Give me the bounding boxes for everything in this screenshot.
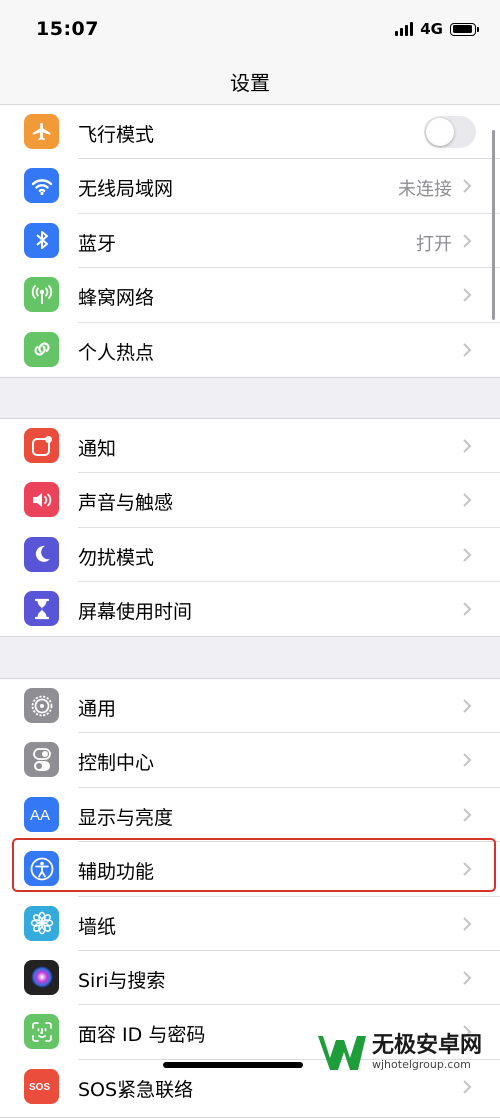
row-label: 蜂窝网络 <box>78 287 155 310</box>
cellular-signal-icon <box>395 22 414 36</box>
bluetooth-icon <box>24 222 59 258</box>
row-wallpaper[interactable]: 墙纸 <box>0 897 500 951</box>
row-cellular[interactable]: 蜂窝网络 <box>0 268 500 323</box>
watermark-logo-icon <box>318 1036 366 1070</box>
row-label: Siri与搜索 <box>78 969 166 992</box>
chevron-right-icon <box>463 753 472 768</box>
row-label: 控制中心 <box>78 752 155 775</box>
row-siri-search[interactable]: Siri与搜索 <box>0 951 500 1006</box>
control-center-icon <box>24 742 59 778</box>
network-type: 4G <box>420 20 443 38</box>
row-label: 通知 <box>78 438 117 460</box>
chevron-right-icon <box>463 971 472 985</box>
chevron-right-icon <box>463 808 472 822</box>
cellular-antenna-icon <box>24 277 59 313</box>
row-notifications[interactable]: 通知 <box>0 419 500 474</box>
row-label: 勿扰模式 <box>78 546 155 569</box>
row-label: 声音与触感 <box>78 492 174 515</box>
chevron-right-icon <box>463 916 472 931</box>
toggle-knob <box>426 118 454 146</box>
row-do-not-disturb[interactable]: 勿扰模式 <box>0 528 500 583</box>
row-bluetooth[interactable]: 蓝牙 打开 <box>0 214 500 269</box>
row-display-brightness[interactable]: AA 显示与亮度 <box>0 788 500 843</box>
notification-badge-icon <box>24 428 59 463</box>
settings-group-connectivity: 飞行模式 无线局域网 未连接 蓝牙 打开 蜂窝网络 个人热点 <box>0 104 500 378</box>
chevron-right-icon <box>463 548 472 562</box>
airplane-icon <box>24 114 59 149</box>
row-control-center[interactable]: 控制中心 <box>0 733 500 788</box>
chevron-right-icon <box>463 342 472 357</box>
watermark-name: 无极安卓网 <box>372 1033 483 1058</box>
watermark: 无极安卓网 wjhotelgroup.com <box>314 1030 482 1076</box>
home-indicator[interactable] <box>163 1062 303 1068</box>
siri-icon <box>24 959 59 995</box>
chevron-right-icon <box>463 493 472 508</box>
bluetooth-status: 打开 <box>416 233 452 255</box>
row-label: 墙纸 <box>78 915 117 938</box>
chevron-right-icon <box>463 234 472 248</box>
row-personal-hotspot[interactable]: 个人热点 <box>0 323 500 377</box>
row-sounds-haptics[interactable]: 声音与触感 <box>0 473 500 528</box>
hourglass-icon <box>24 591 59 627</box>
svg-text:AA: AA <box>30 807 50 824</box>
row-label: 飞行模式 <box>78 124 155 146</box>
chevron-right-icon <box>463 699 472 713</box>
sos-icon: SOS <box>24 1068 59 1104</box>
settings-group-notifications: 通知 声音与触感 勿扰模式 屏幕使用时间 <box>0 418 500 637</box>
row-general[interactable]: 通用 <box>0 679 500 734</box>
svg-text:SOS: SOS <box>29 1082 50 1093</box>
wifi-icon <box>24 168 59 204</box>
page-title: 设置 <box>230 71 270 95</box>
chevron-right-icon <box>463 439 472 453</box>
wlan-status: 未连接 <box>398 179 452 201</box>
watermark-url: wjhotelgroup.com <box>372 1058 471 1071</box>
status-time: 15:07 <box>36 18 99 40</box>
row-screen-time[interactable]: 屏幕使用时间 <box>0 582 500 636</box>
battery-icon <box>450 22 479 36</box>
face-id-icon <box>24 1014 59 1050</box>
row-wlan[interactable]: 无线局域网 未连接 <box>0 159 500 214</box>
row-label: 显示与亮度 <box>78 806 174 829</box>
gear-icon <box>24 688 59 723</box>
row-label: 个人热点 <box>78 341 155 364</box>
row-label: 无线局域网 <box>78 178 174 201</box>
navigation-bar: 设置 <box>0 58 500 106</box>
row-label: 蓝牙 <box>78 232 117 255</box>
text-size-icon: AA <box>24 796 59 832</box>
chevron-right-icon <box>463 179 472 194</box>
row-airplane-mode[interactable]: 飞行模式 <box>0 105 500 160</box>
accessibility-highlight-box <box>12 838 496 892</box>
speaker-icon <box>24 482 59 518</box>
chevron-right-icon <box>463 288 472 302</box>
moon-icon <box>24 536 59 572</box>
row-label: 屏幕使用时间 <box>78 601 193 624</box>
chevron-right-icon <box>463 602 472 616</box>
airplane-mode-toggle[interactable] <box>424 116 476 148</box>
row-label: 通用 <box>78 698 117 720</box>
chevron-right-icon <box>463 1080 472 1094</box>
status-bar: 15:07 4G <box>0 0 500 58</box>
hotspot-link-icon <box>24 331 59 367</box>
scroll-indicator[interactable] <box>492 130 495 320</box>
row-label: SOS紧急联络 <box>78 1078 194 1101</box>
row-label: 面容 ID 与密码 <box>78 1024 206 1047</box>
flower-icon <box>24 905 59 941</box>
